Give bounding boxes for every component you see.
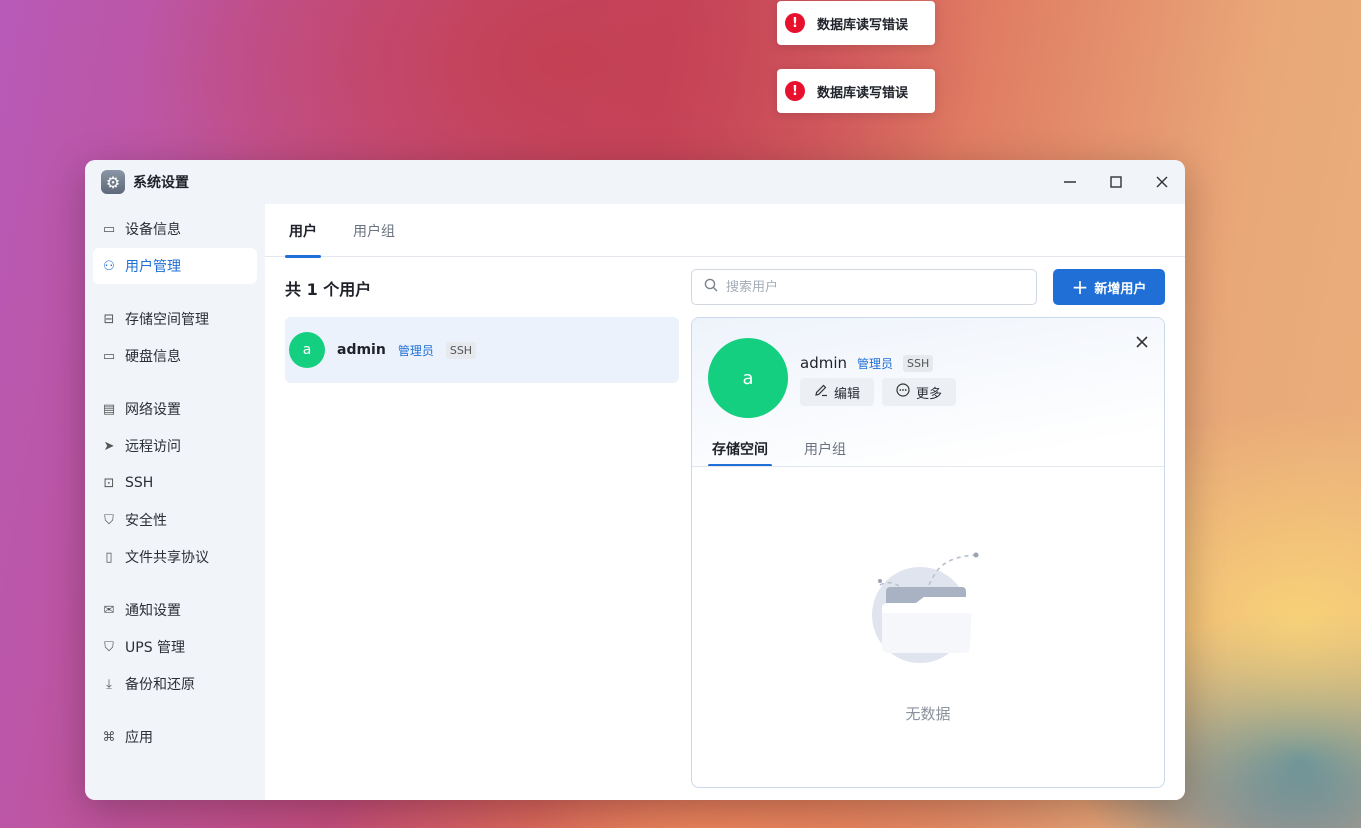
sidebar-item-apps[interactable]: ⌘ 应用 bbox=[93, 719, 257, 755]
shield-check-icon: ⛉ bbox=[104, 512, 114, 528]
sidebar-item-network[interactable]: ▤ 网络设置 bbox=[93, 391, 257, 427]
sidebar-item-label: UPS 管理 bbox=[125, 640, 186, 656]
search-icon bbox=[704, 278, 718, 296]
ssh-badge: SSH bbox=[903, 354, 934, 372]
tab-bar: 用户 用户组 bbox=[265, 204, 1185, 258]
pencil-icon bbox=[814, 383, 828, 401]
drive-icon: ▭ bbox=[102, 221, 116, 237]
maximize-button[interactable] bbox=[1093, 160, 1139, 204]
shield-icon: ⛉ bbox=[104, 639, 114, 655]
sidebar-item-ssh[interactable]: ⊡ SSH bbox=[93, 465, 257, 501]
window-title: 系统设置 bbox=[133, 175, 189, 191]
user-name: admin bbox=[337, 342, 386, 358]
error-icon: ! bbox=[785, 13, 805, 33]
sidebar-item-remote-access[interactable]: ➤ 远程访问 bbox=[93, 428, 257, 464]
sidebar-item-label: 存储空间管理 bbox=[125, 312, 209, 328]
sidebar-item-label: 应用 bbox=[125, 730, 153, 746]
network-icon: ▤ bbox=[102, 401, 116, 417]
error-toast: ! 数据库读写错误 bbox=[777, 1, 935, 45]
sidebar-item-label: 文件共享协议 bbox=[125, 550, 209, 566]
avatar: a bbox=[708, 338, 788, 418]
role-badge: 管理员 bbox=[397, 343, 434, 358]
sidebar-item-label: 备份和还原 bbox=[125, 677, 195, 693]
error-toast: ! 数据库读写错误 bbox=[777, 69, 935, 113]
sidebar-item-label: 设备信息 bbox=[125, 222, 181, 238]
search-box[interactable] bbox=[691, 269, 1037, 305]
plus-icon: + bbox=[1071, 275, 1089, 299]
sidebar-item-label: 硬盘信息 bbox=[125, 349, 181, 365]
tab-storage[interactable]: 存储空间 bbox=[708, 430, 772, 467]
user-count: 共 1 个用户 bbox=[285, 280, 372, 299]
disk-icon: ▭ bbox=[102, 348, 116, 364]
error-icon: ! bbox=[785, 81, 805, 101]
user-name: admin bbox=[800, 354, 847, 372]
user-detail-panel: a admin 管理员 SSH 编辑 更多 存储空间 用户组 无数据 bbox=[691, 317, 1165, 788]
more-icon bbox=[896, 383, 910, 401]
avatar: a bbox=[289, 332, 325, 368]
file-icon: ▯ bbox=[105, 549, 113, 565]
title-bar[interactable]: ⚙ 系统设置 bbox=[85, 160, 1185, 204]
toast-text: 数据库读写错误 bbox=[817, 85, 909, 101]
settings-window: ⚙ 系统设置 ▭ 设备信息 ⚇ 用户管理 ⊟ 存储空间管理 ▭ 硬盘信息 ▤ 网… bbox=[85, 160, 1185, 800]
sidebar-item-file-sharing[interactable]: ▯ 文件共享协议 bbox=[93, 539, 257, 575]
edit-button[interactable]: 编辑 bbox=[800, 378, 875, 406]
backup-icon: ⤓ bbox=[106, 676, 112, 692]
sidebar-item-ups[interactable]: ⛉ UPS 管理 bbox=[93, 629, 257, 665]
storage-icon: ⊟ bbox=[103, 311, 115, 327]
more-label: 更多 bbox=[916, 386, 943, 402]
minimize-button[interactable] bbox=[1047, 160, 1093, 204]
role-badge: 管理员 bbox=[857, 356, 894, 371]
more-button[interactable]: 更多 bbox=[882, 378, 957, 406]
empty-folder-illustration bbox=[872, 543, 982, 667]
sidebar-item-disk-info[interactable]: ▭ 硬盘信息 bbox=[93, 338, 257, 374]
add-user-label: 新增用户 bbox=[1094, 281, 1147, 297]
close-button[interactable] bbox=[1139, 160, 1185, 204]
list-item[interactable]: a admin 管理员 SSH bbox=[285, 317, 679, 383]
ssh-badge: SSH bbox=[445, 341, 477, 359]
toast-text: 数据库读写错误 bbox=[817, 17, 909, 33]
search-input[interactable] bbox=[726, 279, 1006, 295]
sidebar-item-storage[interactable]: ⊟ 存储空间管理 bbox=[93, 301, 257, 337]
sidebar-item-label: 网络设置 bbox=[125, 402, 181, 418]
sidebar-item-backup[interactable]: ⤓ 备份和还原 bbox=[93, 666, 257, 702]
tab-user-groups[interactable]: 用户组 bbox=[800, 430, 850, 467]
sidebar-item-label: 安全性 bbox=[125, 513, 167, 529]
sidebar-item-label: 远程访问 bbox=[125, 439, 181, 455]
tab-user-groups[interactable]: 用户组 bbox=[349, 204, 399, 257]
tab-users[interactable]: 用户 bbox=[285, 204, 321, 258]
sidebar-item-label: 用户管理 bbox=[125, 259, 181, 275]
sidebar-item-label: 通知设置 bbox=[125, 603, 181, 619]
terminal-icon: ⊡ bbox=[103, 475, 115, 491]
empty-state-text: 无数据 bbox=[905, 705, 951, 723]
edit-label: 编辑 bbox=[834, 386, 861, 402]
gear-icon: ⚙ bbox=[101, 170, 125, 194]
close-icon[interactable] bbox=[1136, 332, 1148, 353]
user-icon: ⚇ bbox=[103, 258, 115, 274]
add-user-button[interactable]: + 新增用户 bbox=[1053, 269, 1165, 305]
send-icon: ➤ bbox=[103, 438, 115, 454]
sidebar-item-user-management[interactable]: ⚇ 用户管理 bbox=[93, 248, 257, 284]
sidebar-item-device-info[interactable]: ▭ 设备信息 bbox=[93, 211, 257, 247]
apps-icon: ⌘ bbox=[102, 729, 116, 745]
sidebar-item-label: SSH bbox=[125, 475, 154, 491]
mail-icon: ✉ bbox=[103, 602, 115, 618]
sidebar-item-notifications[interactable]: ✉ 通知设置 bbox=[93, 592, 257, 628]
main-panel: 用户 用户组 共 1 个用户 a admin 管理员 SSH + 新增用户 a … bbox=[265, 204, 1185, 800]
sidebar: ▭ 设备信息 ⚇ 用户管理 ⊟ 存储空间管理 ▭ 硬盘信息 ▤ 网络设置 ➤ 远… bbox=[85, 204, 265, 800]
sidebar-item-security[interactable]: ⛉ 安全性 bbox=[93, 502, 257, 538]
